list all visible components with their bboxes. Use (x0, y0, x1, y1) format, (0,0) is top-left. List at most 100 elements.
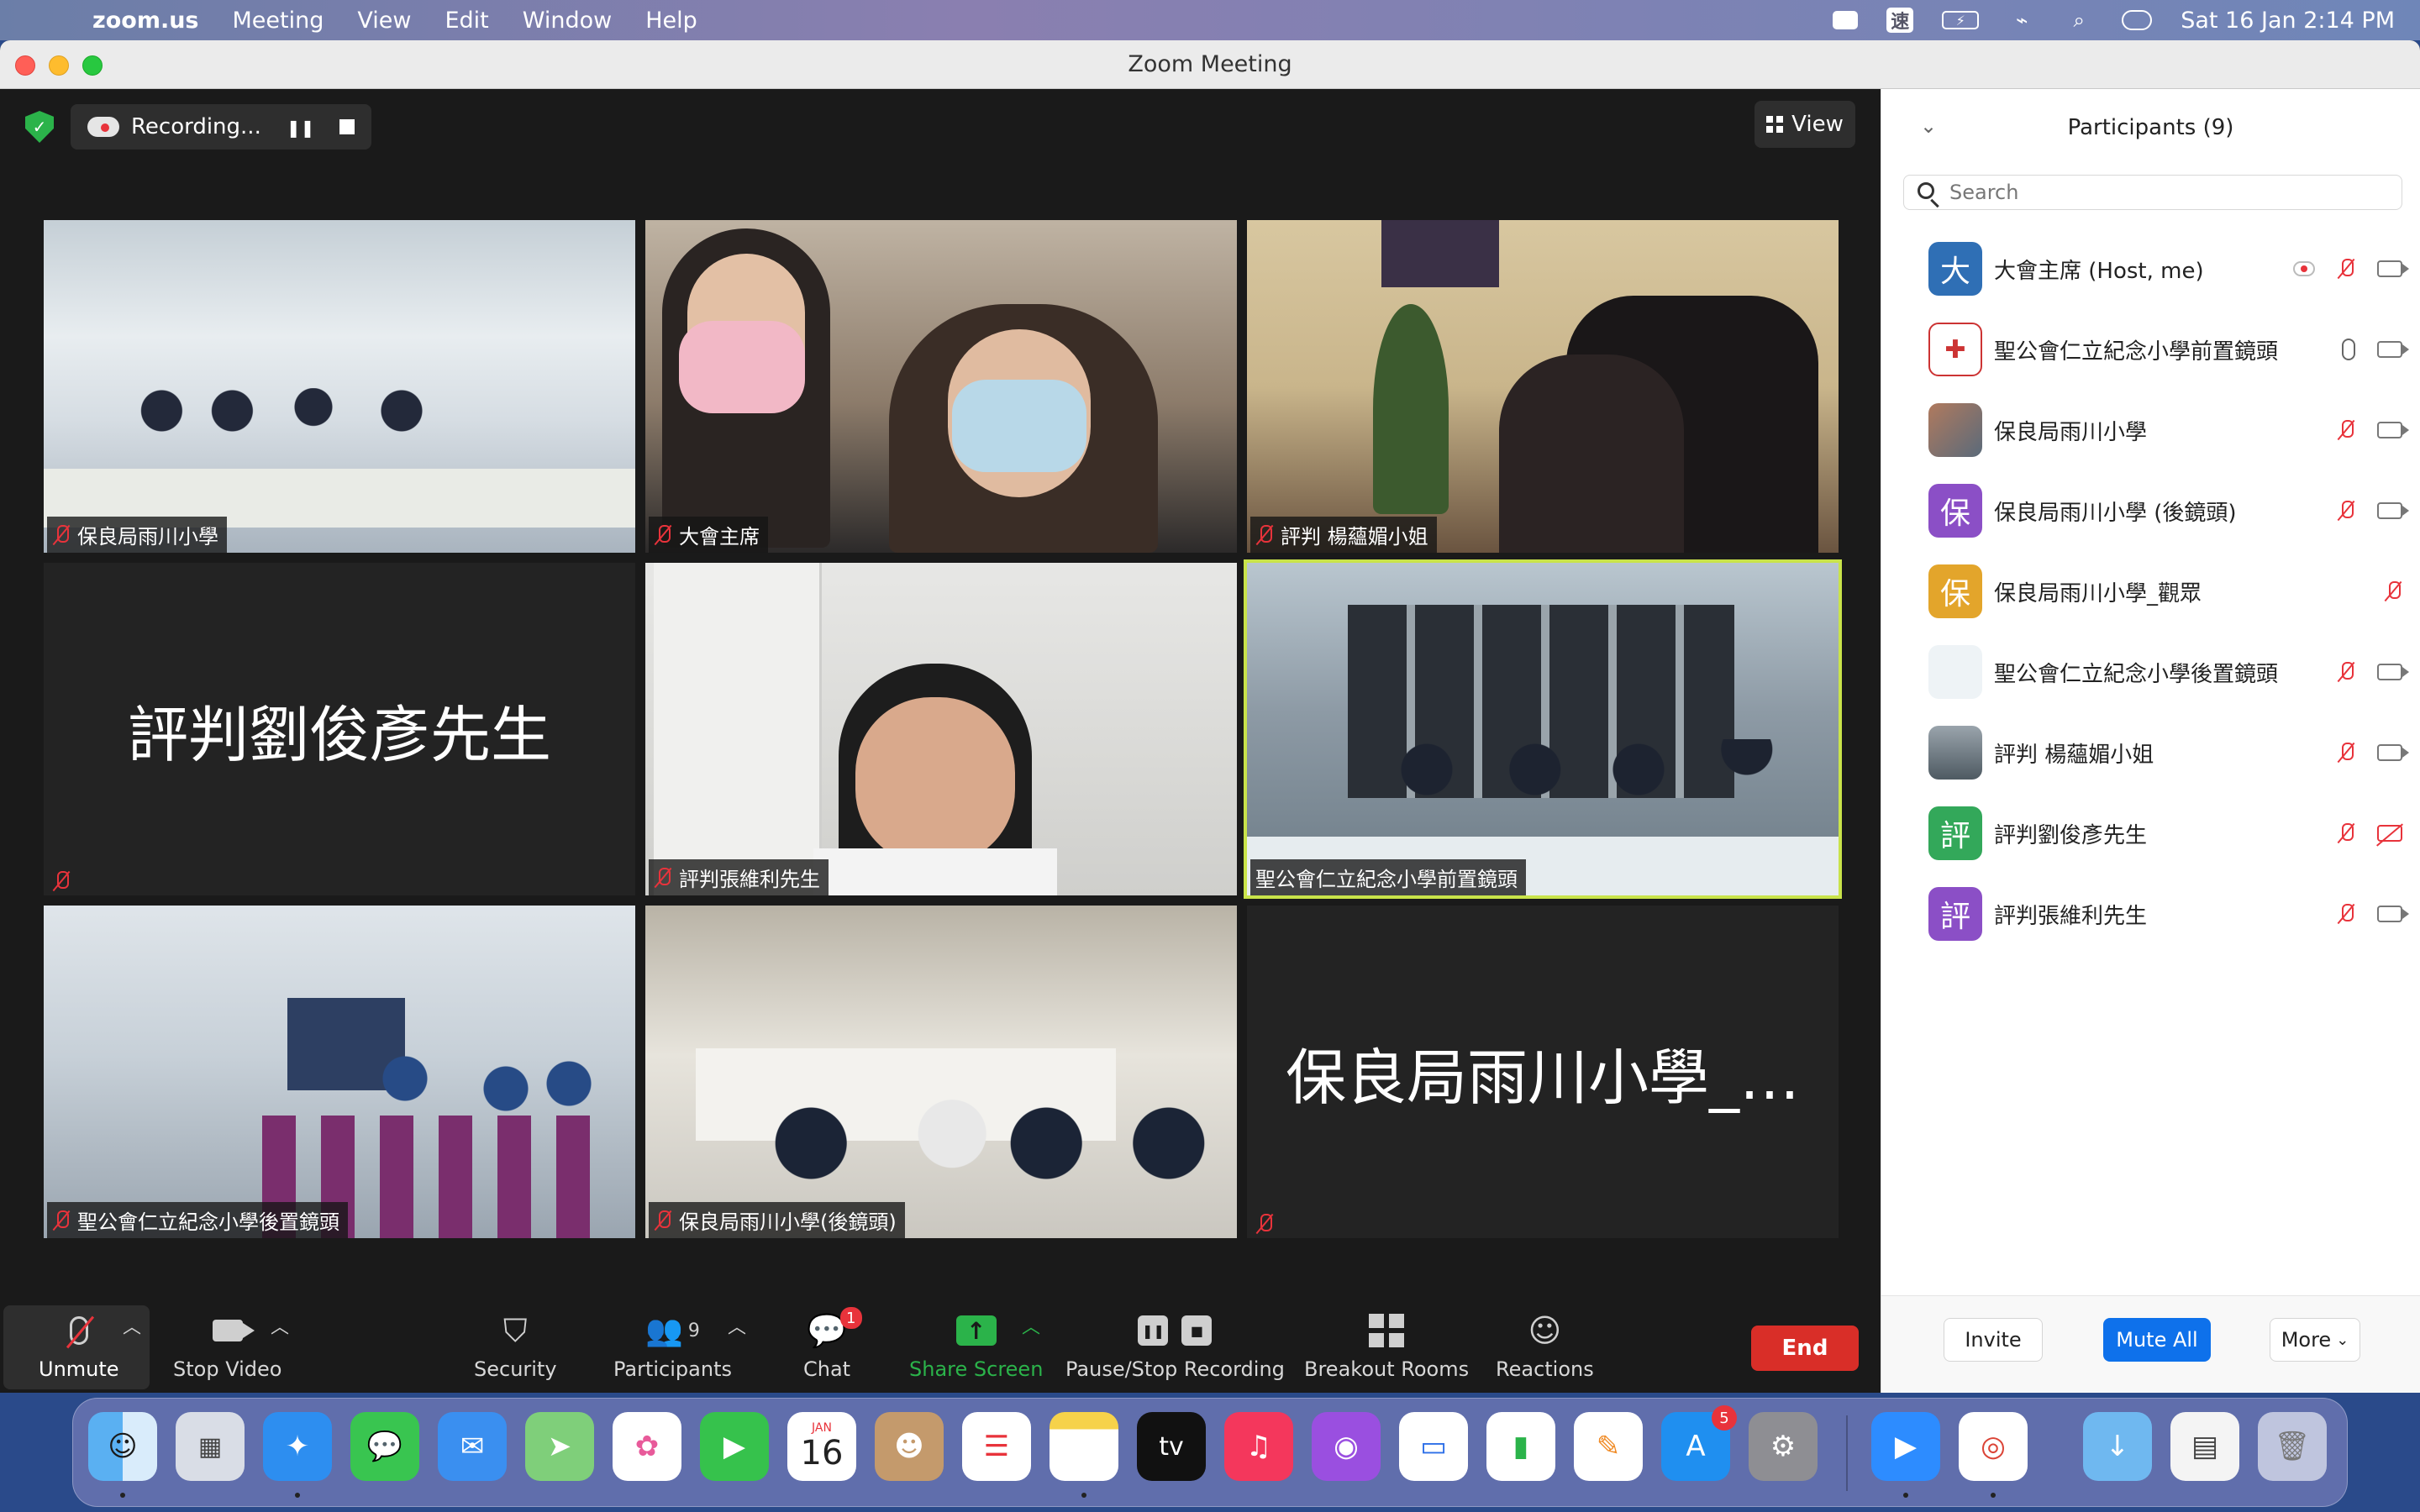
pause-recording-icon[interactable] (287, 114, 315, 139)
more-button[interactable]: More ⌄ (2270, 1318, 2360, 1362)
pages-icon[interactable]: ✎ (1574, 1412, 1643, 1481)
mic-muted-icon[interactable] (2337, 258, 2355, 280)
video-tile[interactable]: 保良局雨川小學 (44, 220, 635, 553)
audio-options-caret[interactable]: ︿ (123, 1312, 141, 1339)
collapse-chevron-icon[interactable]: ⌄ (1920, 114, 1937, 138)
minimize-window-button[interactable] (49, 55, 69, 76)
mic-muted-icon[interactable] (2337, 661, 2355, 683)
stop-recording-icon[interactable] (339, 119, 355, 134)
participants-options-caret[interactable]: ︿ (728, 1312, 746, 1339)
participants-button[interactable]: 👥 9 Participants (613, 1310, 732, 1381)
video-on-icon[interactable] (2377, 260, 2409, 277)
downloads-folder-icon[interactable]: ↓ (2083, 1412, 2152, 1481)
music-icon[interactable]: ♫ (1224, 1412, 1293, 1481)
video-tile[interactable]: 評判劉俊彥先生 (44, 563, 635, 895)
video-on-icon[interactable] (2377, 906, 2409, 922)
participant-row[interactable]: 保 保良局雨川小學_觀眾 (1881, 551, 2420, 632)
preview-stack-icon[interactable]: ▤ (2170, 1412, 2239, 1481)
reminders-icon[interactable]: ☰ (962, 1412, 1031, 1481)
menu-help[interactable]: Help (645, 8, 697, 34)
video-off-icon[interactable] (2377, 825, 2402, 842)
mic-on-icon[interactable] (2342, 339, 2355, 360)
wifi-off-icon[interactable]: ⌁ (2007, 8, 2036, 32)
stop-video-button[interactable]: Stop Video (173, 1310, 281, 1381)
participant-row[interactable]: 評 評判劉俊彥先生 (1881, 793, 2420, 874)
video-tile[interactable]: 評判 楊蘊媚小姐 (1247, 220, 1839, 553)
participant-row[interactable]: ✚ 聖公會仁立紀念小學前置鏡頭 (1881, 309, 2420, 390)
input-method-icon[interactable]: 速 (1886, 8, 1914, 33)
calendar-icon[interactable]: JAN 16 (787, 1412, 856, 1481)
unmute-button[interactable]: Unmute (39, 1310, 119, 1381)
video-on-icon[interactable] (2377, 744, 2409, 761)
video-on-icon[interactable] (2377, 502, 2409, 519)
numbers-icon[interactable]: ▮ (1486, 1412, 1555, 1481)
breakout-rooms-button[interactable]: Breakout Rooms (1304, 1310, 1469, 1381)
zoom-window-button[interactable] (82, 55, 103, 76)
participant-row[interactable]: 保良局雨川小學 (1881, 390, 2420, 470)
zoom-status-icon[interactable] (1833, 11, 1859, 29)
menubar-clock[interactable]: Sat 16 Jan 2:14 PM (2181, 8, 2395, 34)
safari-icon[interactable]: ✦ (263, 1412, 332, 1481)
security-button[interactable]: ⛉ Security (474, 1310, 557, 1382)
video-tile[interactable]: 大會主席 (645, 220, 1237, 553)
chat-button[interactable]: 💬 1 Chat (803, 1307, 862, 1381)
share-options-caret[interactable]: ︿ (1022, 1312, 1040, 1339)
participant-row[interactable]: 保 保良局雨川小學 (後鏡頭) (1881, 470, 2420, 551)
video-tile[interactable]: 評判張維利先生 (645, 563, 1237, 895)
video-tile-active-speaker[interactable]: 聖公會仁立紀念小學前置鏡頭 (1244, 559, 1842, 899)
menu-view[interactable]: View (357, 8, 411, 34)
menu-meeting[interactable]: Meeting (233, 8, 324, 34)
video-on-icon[interactable] (2377, 422, 2409, 438)
end-meeting-button[interactable]: End (1751, 1326, 1859, 1371)
mic-muted-icon[interactable] (2337, 903, 2355, 925)
mic-muted-icon[interactable] (2337, 822, 2355, 844)
photos-icon[interactable]: ✿ (613, 1412, 681, 1481)
video-tile[interactable]: 保良局雨川小學_… (1247, 906, 1839, 1238)
podcasts-icon[interactable]: ◉ (1312, 1412, 1381, 1481)
participant-row[interactable]: 評 評判張維利先生 (1881, 874, 2420, 954)
encryption-shield-icon[interactable]: ✓ (25, 111, 54, 143)
menu-app-name[interactable]: zoom.us (92, 8, 199, 34)
contacts-icon[interactable]: ☻ (875, 1412, 944, 1481)
pause-stop-recording-button[interactable]: ❚❚ ■ Pause/Stop Recording (1065, 1310, 1285, 1381)
video-on-icon[interactable] (2377, 341, 2409, 358)
chat-unread-badge: 1 (839, 1307, 862, 1329)
reactions-button[interactable]: ☺ Reactions (1496, 1310, 1594, 1381)
close-window-button[interactable] (15, 55, 35, 76)
mic-muted-icon[interactable] (2384, 580, 2402, 602)
keynote-icon[interactable]: ▭ (1399, 1412, 1468, 1481)
invite-button[interactable]: Invite (1944, 1318, 2043, 1362)
mic-muted-icon[interactable] (2337, 419, 2355, 441)
facetime-icon[interactable]: ▶ (700, 1412, 769, 1481)
control-center-icon[interactable] (2122, 10, 2153, 30)
launchpad-icon[interactable]: ▦ (176, 1412, 245, 1481)
mail-icon[interactable]: ✉ (438, 1412, 507, 1481)
participant-row[interactable]: 評判 楊蘊媚小姐 (1881, 712, 2420, 793)
tv-icon[interactable]: tv (1137, 1412, 1206, 1481)
chrome-icon[interactable]: ◎ (1959, 1412, 2028, 1481)
video-tile[interactable]: 保良局雨川小學(後鏡頭) (645, 906, 1237, 1238)
video-on-icon[interactable] (2377, 664, 2409, 680)
participant-row[interactable]: 聖公會仁立紀念小學後置鏡頭 (1881, 632, 2420, 712)
mic-muted-icon[interactable] (2337, 742, 2355, 764)
video-tile[interactable]: 聖公會仁立紀念小學後置鏡頭 (44, 906, 635, 1238)
zoom-icon[interactable]: ▶ (1871, 1412, 1940, 1481)
system-preferences-icon[interactable]: ⚙ (1749, 1412, 1818, 1481)
finder-icon[interactable]: ☺ (88, 1412, 157, 1481)
messages-icon[interactable]: 💬 (350, 1412, 419, 1481)
view-button[interactable]: View (1754, 101, 1855, 148)
app-store-icon[interactable]: A5 (1661, 1405, 1737, 1481)
video-options-caret[interactable]: ︿ (271, 1312, 289, 1339)
battery-icon[interactable]: ⚡ (1942, 11, 1980, 29)
menu-edit[interactable]: Edit (445, 8, 488, 34)
participant-row[interactable]: 大 大會主席 (Host, me) (1881, 228, 2420, 309)
trash-icon[interactable]: 🗑 (2258, 1412, 2327, 1481)
mic-muted-icon[interactable] (2337, 500, 2355, 522)
participant-search-input[interactable]: Search (1903, 175, 2402, 210)
spotlight-search-icon[interactable]: ⌕ (2065, 8, 2093, 32)
menu-window[interactable]: Window (523, 8, 612, 34)
maps-icon[interactable]: ➤ (525, 1412, 594, 1481)
participants-footer: Invite Mute All More ⌄ (1881, 1295, 2420, 1393)
notes-icon[interactable] (1050, 1412, 1118, 1481)
mute-all-button[interactable]: Mute All (2103, 1318, 2211, 1362)
